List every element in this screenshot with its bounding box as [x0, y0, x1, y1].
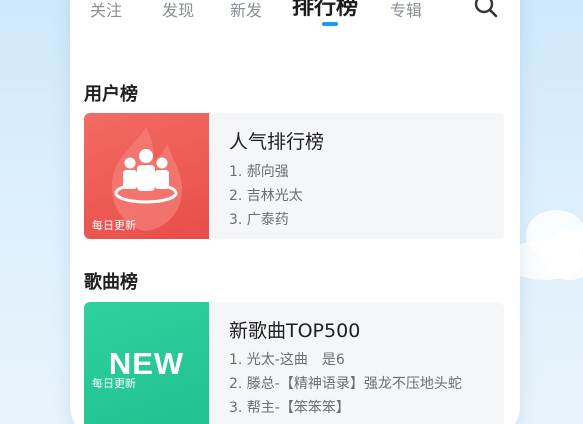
- cover-image-popularity: 每日更新: [84, 113, 209, 239]
- rank-line-1: 1. 郝向强: [229, 164, 289, 180]
- rank-line-2: 2. 吉林光太: [229, 188, 303, 204]
- section-title-song-chart: 歌曲榜: [84, 272, 138, 293]
- search-icon: [474, 0, 498, 18]
- active-tab-indicator: [322, 22, 338, 26]
- rank-line-3: 3. 广泰药: [229, 212, 289, 228]
- song-line-2: 2. 滕总-【精神语录】强龙不压地头蛇: [229, 376, 462, 392]
- tab-albums[interactable]: 专辑: [390, 0, 422, 21]
- tab-new-release[interactable]: 新发: [230, 0, 262, 21]
- song-line-3: 3. 帮主-【笨笨笨】: [229, 400, 350, 416]
- top-tab-bar: 关注 发现 新发 排行榜 专辑: [70, 0, 520, 28]
- card-title: 人气排行榜: [229, 131, 325, 153]
- daily-update-tag: 每日更新: [92, 219, 136, 232]
- cover-image-new-songs: NEW 每日更新: [84, 302, 209, 424]
- section-title-user-chart: 用户榜: [84, 84, 138, 105]
- chart-card-popularity[interactable]: 每日更新 人气排行榜 1. 郝向强 2. 吉林光太 3. 广泰药: [84, 113, 504, 239]
- tab-follow[interactable]: 关注: [90, 0, 122, 21]
- song-line-1: 1. 光太-这曲 是6: [229, 352, 345, 368]
- search-button[interactable]: [472, 0, 500, 20]
- tab-charts[interactable]: 排行榜: [292, 0, 358, 21]
- card-title: 新歌曲TOP500: [229, 320, 361, 342]
- tab-discover[interactable]: 发现: [162, 0, 194, 21]
- daily-update-tag: 每日更新: [92, 377, 136, 390]
- chart-card-new-songs[interactable]: NEW 每日更新 新歌曲TOP500 1. 光太-这曲 是6 2. 滕总-【精神…: [84, 302, 504, 424]
- phone-screen: 关注 发现 新发 排行榜 专辑 用户榜 每日更新 人气排行榜 1. 郝向强 2.…: [70, 0, 520, 424]
